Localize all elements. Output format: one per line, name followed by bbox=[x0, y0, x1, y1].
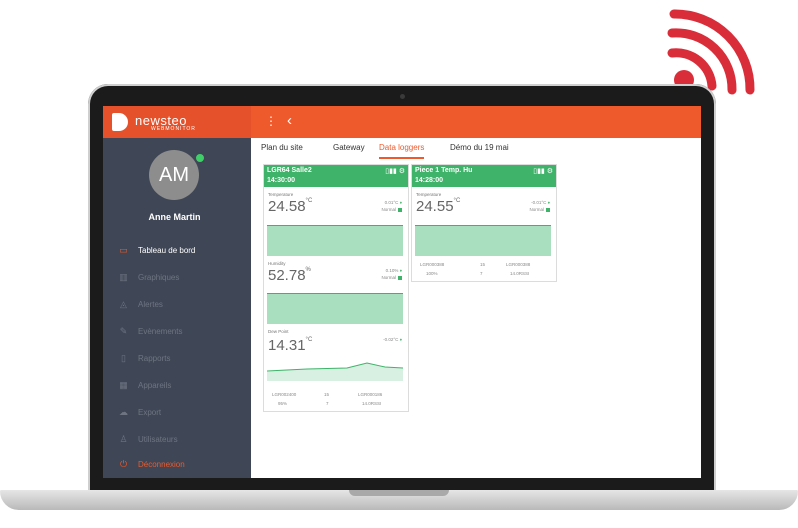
logger-card[interactable]: LGR64 Salle2 14:30:00 ▯▮▮ ⚙ Temperature … bbox=[263, 164, 409, 412]
sidebar-item-utilisateurs[interactable]: ♙ Utilisateurs bbox=[103, 427, 251, 453]
sidebar-item-rapports[interactable]: ▯ Rapports bbox=[103, 346, 251, 372]
card-header: LGR64 Salle2 14:30:00 ▯▮▮ ⚙ bbox=[264, 165, 408, 187]
chart-settings-icon[interactable]: ▯▮▮ ⚙ bbox=[533, 167, 553, 175]
bar-chart-icon: ▥ bbox=[119, 272, 128, 282]
temperature-sparkline bbox=[267, 225, 403, 256]
logger-id: LGR000388 bbox=[420, 262, 445, 267]
user-name: Anne Martin bbox=[148, 212, 201, 222]
metric-value: 52.78% bbox=[268, 267, 311, 284]
app-header: newsteo WEBMONITOR ⋮ ‹ bbox=[103, 106, 701, 138]
temperature-sparkline bbox=[415, 225, 551, 256]
sidebar-item-label: Déconnexion bbox=[138, 460, 185, 469]
metric-delta: 0.10% ♦ bbox=[385, 268, 402, 273]
sidebar-item-deconnexion[interactable]: ⏻ Déconnexion bbox=[103, 452, 251, 478]
online-status-icon bbox=[194, 152, 206, 164]
logger-range: LGR000388 bbox=[506, 262, 531, 267]
logger-period: 15 bbox=[480, 262, 486, 267]
sidebar-item-label: Evènements bbox=[138, 327, 183, 336]
bell-icon: ◬ bbox=[120, 299, 127, 309]
metric-status: Normal bbox=[381, 207, 402, 212]
humidity-sparkline bbox=[267, 293, 403, 324]
logo-icon bbox=[112, 113, 128, 131]
logger-name: Piece 1 Temp. Hu bbox=[415, 167, 473, 174]
metric-value: 24.58°C bbox=[268, 198, 313, 215]
card-header: Piece 1 Temp. Hu 14:28:00 ▯▮▮ ⚙ bbox=[412, 165, 556, 187]
laptop-frame: newsteo WEBMONITOR ⋮ ‹ AM Anne Martin ▭ … bbox=[88, 84, 716, 496]
metric-label: Temperature bbox=[416, 192, 442, 197]
sidebar-item-label: Export bbox=[138, 408, 162, 417]
logger-range: LGR000186 bbox=[358, 392, 383, 397]
chevron-left-icon[interactable]: ‹ bbox=[287, 112, 292, 129]
laptop-notch bbox=[349, 490, 449, 496]
tab-plan-du-site[interactable]: Plan du site bbox=[261, 143, 303, 157]
metric-label: Humidity bbox=[268, 261, 286, 266]
logger-card[interactable]: Piece 1 Temp. Hu 14:28:00 ▯▮▮ ⚙ Temperat… bbox=[411, 164, 557, 282]
logger-state: 14.0RSSI bbox=[362, 401, 382, 406]
logger-signal: 7 bbox=[480, 271, 483, 276]
tab-demo-du-19-mai[interactable]: Démo du 19 mai bbox=[450, 143, 509, 157]
sidebar: AM Anne Martin ▭ Tableau de bord ▥ Graph… bbox=[103, 138, 251, 478]
sidebar-item-graphiques[interactable]: ▥ Graphiques bbox=[103, 265, 251, 291]
dewpoint-sparkline bbox=[267, 357, 403, 383]
logger-battery: 95% bbox=[278, 401, 288, 406]
metric-delta: -0.02°C ♦ bbox=[383, 337, 402, 342]
sidebar-item-label: Rapports bbox=[138, 354, 171, 363]
sidebar-item-label: Utilisateurs bbox=[138, 435, 178, 444]
logger-signal: 7 bbox=[326, 401, 329, 406]
logger-name: LGR64 Salle2 bbox=[267, 167, 312, 174]
metric-status: Normal bbox=[529, 207, 550, 212]
sidebar-item-label: Tableau de bord bbox=[138, 246, 196, 255]
sidebar-item-evenements[interactable]: ✎ Evènements bbox=[103, 319, 251, 345]
pen-icon: ✎ bbox=[119, 326, 128, 336]
sidebar-item-export[interactable]: ☁ Export bbox=[103, 400, 251, 426]
kebab-icon[interactable]: ⋮ bbox=[265, 114, 277, 128]
camera-dot bbox=[400, 94, 405, 99]
users-icon: ♙ bbox=[119, 434, 128, 444]
laptop-base bbox=[0, 490, 798, 510]
cloud-icon: ☁ bbox=[119, 407, 128, 417]
avatar[interactable]: AM bbox=[149, 150, 199, 200]
laptop-screen: newsteo WEBMONITOR ⋮ ‹ AM Anne Martin ▭ … bbox=[103, 106, 701, 478]
logger-id: LGR002400 bbox=[272, 392, 297, 397]
metric-value: 14.31°C bbox=[268, 337, 313, 354]
brand-subtitle: WEBMONITOR bbox=[151, 126, 196, 132]
sidebar-item-tableau-de-bord[interactable]: ▭ Tableau de bord bbox=[103, 238, 251, 264]
logger-time: 14:30:00 bbox=[267, 177, 296, 184]
main-content: LGR64 Salle2 14:30:00 ▯▮▮ ⚙ Temperature … bbox=[251, 162, 701, 478]
metric-label: Temperature bbox=[268, 192, 294, 197]
tab-data-loggers[interactable]: Data loggers bbox=[379, 143, 425, 159]
chart-settings-icon[interactable]: ▯▮▮ ⚙ bbox=[385, 167, 405, 175]
metric-value: 24.55°C bbox=[416, 198, 461, 215]
sidebar-item-label: Graphiques bbox=[138, 273, 180, 282]
logger-state: 14.0RSSI bbox=[510, 271, 530, 276]
sidebar-item-appareils[interactable]: ▦ Appareils bbox=[103, 373, 251, 399]
brand-area[interactable]: newsteo WEBMONITOR bbox=[103, 106, 251, 138]
metric-status: Normal bbox=[381, 275, 402, 280]
metric-delta: -0.01°C ♦ bbox=[531, 200, 550, 205]
grid-icon: ▦ bbox=[119, 380, 128, 390]
document-icon: ▯ bbox=[121, 353, 126, 363]
monitor-icon: ▭ bbox=[119, 245, 128, 255]
power-icon: ⏻ bbox=[119, 459, 128, 469]
sidebar-item-label: Alertes bbox=[138, 300, 163, 309]
sidebar-item-label: Appareils bbox=[138, 381, 172, 390]
metric-delta: 0.01°C ♦ bbox=[384, 200, 402, 205]
tab-gateway[interactable]: Gateway bbox=[333, 143, 365, 157]
logger-battery: 100% bbox=[426, 271, 438, 276]
logger-time: 14:28:00 bbox=[415, 177, 444, 184]
metric-label: Dew Point bbox=[268, 329, 289, 334]
logger-period: 15 bbox=[324, 392, 330, 397]
sidebar-item-alertes[interactable]: ◬ Alertes bbox=[103, 292, 251, 318]
tab-bar: Plan du site Gateway Data loggers Démo d… bbox=[251, 138, 701, 163]
